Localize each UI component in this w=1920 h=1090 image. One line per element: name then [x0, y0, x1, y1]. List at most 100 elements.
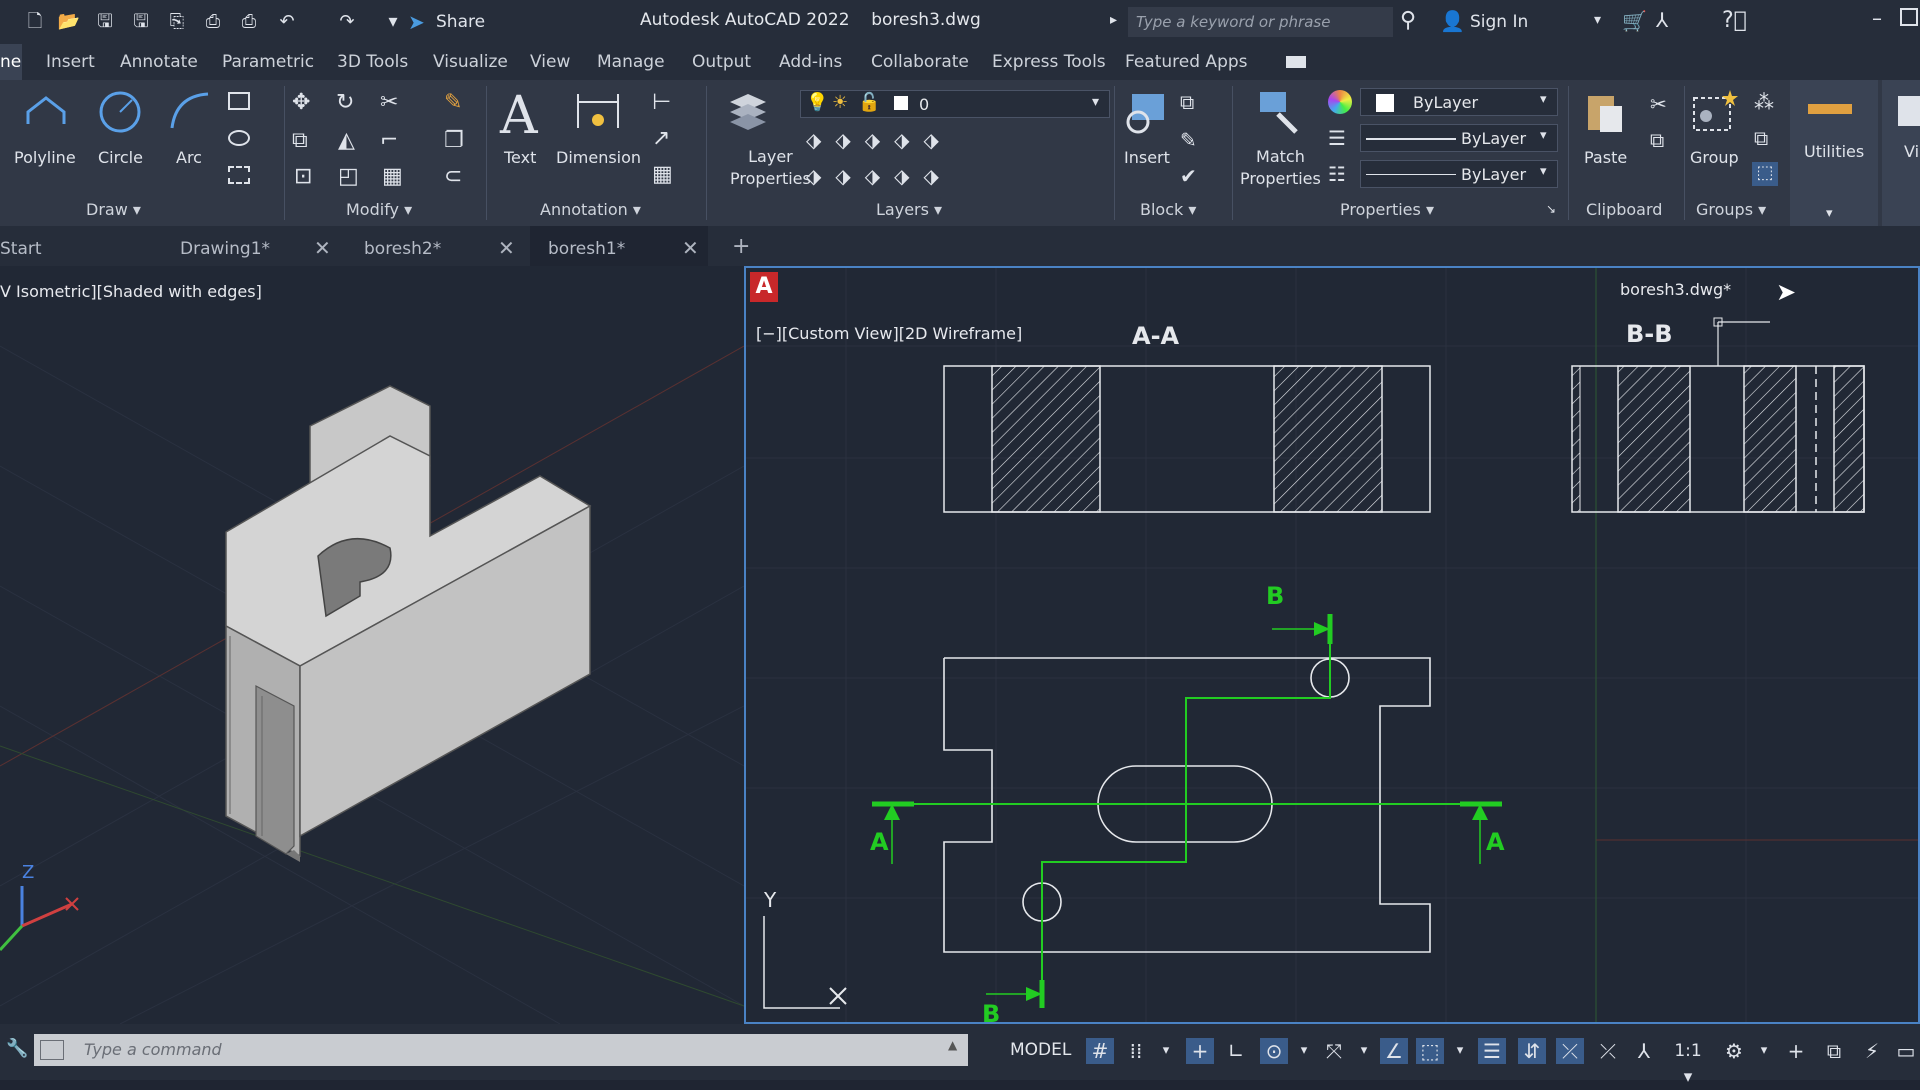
table-icon[interactable]: ▦ [652, 162, 673, 187]
layer-properties-icon[interactable] [724, 88, 772, 136]
dimension-icon[interactable] [574, 88, 622, 136]
polyline-icon[interactable] [22, 88, 70, 136]
sign-in-button[interactable]: Sign In [1470, 12, 1528, 32]
dynamic-input-icon[interactable]: + [1186, 1038, 1214, 1064]
minimize-icon[interactable]: – [1872, 6, 1882, 30]
autocad-logo-icon[interactable]: A [750, 272, 778, 302]
scale-icon[interactable]: ◰ [338, 164, 359, 189]
workspace-dropdown-icon[interactable]: ▾ [1750, 1038, 1778, 1064]
view-icon[interactable] [1898, 96, 1920, 126]
lineweight-icon[interactable]: ☰ [1328, 126, 1346, 150]
hardware-acceleration-icon[interactable]: ⚡ [1858, 1038, 1886, 1064]
properties-panel-title[interactable]: Properties ▾ [1340, 200, 1434, 219]
app-exchange-icon[interactable]: ⅄ [1656, 8, 1668, 32]
move-icon[interactable]: ✥ [292, 90, 310, 115]
tab-view[interactable]: View [530, 52, 570, 72]
dropdown-arrow-icon[interactable]: ▾ [1540, 92, 1547, 107]
tab-start[interactable]: Start [0, 226, 150, 266]
object-snap-tracking-icon[interactable]: ∠ [1380, 1038, 1408, 1064]
groups-panel-title[interactable]: Groups ▾ [1696, 200, 1766, 219]
annotation-panel-title[interactable]: Annotation ▾ [540, 200, 641, 219]
tab-output[interactable]: Output [692, 52, 751, 72]
annotation-scale-button[interactable]: 1:1 ▾ [1668, 1038, 1708, 1087]
dimension-button[interactable]: Dimension [556, 148, 641, 167]
publish-icon[interactable]: ⎘ [164, 10, 190, 34]
transparency-icon[interactable]: ⇵ [1518, 1038, 1546, 1064]
offset-icon[interactable]: ⊂ [444, 164, 462, 189]
ellipse-icon[interactable] [228, 130, 250, 146]
tab-parametric[interactable]: Parametric [222, 52, 314, 72]
text-icon[interactable]: A [500, 86, 538, 146]
annotation-monitor-icon[interactable]: + [1782, 1038, 1810, 1064]
command-expand-icon[interactable]: ▲ [948, 1038, 957, 1052]
tab-home[interactable]: ne [0, 52, 21, 72]
explode-icon[interactable]: ❐ [444, 128, 464, 153]
command-line-input[interactable]: Type a command [34, 1034, 968, 1066]
layer-on-icon[interactable]: 💡 [806, 92, 828, 113]
viewport-label[interactable]: V Isometric][Shaded with edges] [0, 282, 262, 301]
maximize-icon[interactable] [1900, 8, 1918, 26]
customize-dropdown-icon[interactable]: ▾ [380, 10, 406, 34]
block-panel-title[interactable]: Block ▾ [1140, 200, 1196, 219]
tab-insert[interactable]: Insert [46, 52, 95, 72]
measure-icon[interactable] [1808, 104, 1852, 114]
view-button[interactable]: Vi [1904, 142, 1919, 161]
circle-icon[interactable] [96, 88, 144, 136]
layer-tools-row-2[interactable]: ⬗⬗⬗⬗⬗ [806, 164, 953, 188]
clean-screen-icon[interactable]: ▭ [1892, 1038, 1920, 1064]
help-icon[interactable]: ?⃝ [1722, 8, 1747, 33]
linetype-icon[interactable]: ☷ [1328, 162, 1346, 186]
save-icon[interactable]: 🖫 [92, 10, 118, 34]
workspace-gear-icon[interactable]: ⚙ [1720, 1038, 1748, 1064]
tab-express-tools[interactable]: Express Tools [992, 52, 1106, 72]
polar-dropdown-icon[interactable]: ▾ [1290, 1038, 1318, 1064]
share-button[interactable]: Share [436, 12, 485, 32]
selection-cycling-icon[interactable]: ⤫ [1556, 1038, 1584, 1064]
object-snap-icon[interactable]: ⬚ [1416, 1038, 1444, 1064]
dropdown-arrow-icon[interactable]: ▾ [1540, 164, 1547, 179]
arc-button[interactable]: Arc [176, 148, 202, 167]
match-properties-icon[interactable] [1256, 88, 1304, 136]
drawing-viewport[interactable]: A [−][Custom View][2D Wireframe] boresh3… [744, 266, 1920, 1024]
command-history-icon[interactable] [40, 1040, 64, 1060]
group-icon[interactable] [1690, 88, 1738, 136]
draw-panel-title[interactable]: Draw ▾ [86, 200, 141, 219]
ortho-icon[interactable]: ∟ [1222, 1038, 1250, 1064]
leader-icon[interactable]: ↗ [652, 126, 670, 151]
sign-in-dropdown-icon[interactable]: ▾ [1594, 12, 1601, 28]
utilities-button[interactable]: Utilities [1804, 142, 1864, 161]
undo-icon[interactable]: ↶ [274, 10, 300, 34]
mirror-icon[interactable]: ◭ [338, 128, 355, 153]
new-tab-plus-icon[interactable]: + [732, 234, 750, 259]
auto-scale-icon[interactable]: ⅄ [1630, 1038, 1658, 1064]
snap-icon[interactable]: ⁞⁞ [1122, 1038, 1150, 1064]
ungroup-icon[interactable]: ⁂ [1754, 90, 1774, 114]
group-edit-icon[interactable]: ⧉ [1754, 126, 1768, 150]
viewport-label[interactable]: [−][Custom View][2D Wireframe] [756, 324, 1022, 343]
circle-button[interactable]: Circle [98, 148, 143, 167]
close-tab-icon[interactable]: ✕ [498, 236, 515, 260]
save-as-icon[interactable]: 🖫 [128, 10, 154, 34]
tab-annotate[interactable]: Annotate [120, 52, 198, 72]
create-block-icon[interactable]: ⧉ [1180, 90, 1194, 114]
hatch-icon[interactable] [228, 166, 250, 184]
copy-clip-icon[interactable]: ⧉ [1650, 128, 1664, 152]
layer-tools-row-1[interactable]: ⬗⬗⬗⬗⬗ [806, 128, 953, 152]
stretch-icon[interactable]: ⊡ [294, 164, 312, 189]
rotate-icon[interactable]: ↻ [336, 90, 354, 115]
copy-icon[interactable]: ⧉ [292, 128, 308, 153]
redo-icon[interactable]: ↷ [334, 10, 360, 34]
properties-launcher-icon[interactable]: ↘ [1546, 202, 1556, 216]
ribbon-minimize-icon[interactable] [1286, 56, 1306, 68]
paste-button[interactable]: Paste [1584, 148, 1627, 167]
tab-add-ins[interactable]: Add-ins [779, 52, 842, 72]
insert-icon[interactable] [1122, 88, 1170, 136]
fillet-icon[interactable]: ⌐ [380, 128, 398, 153]
isodraft-dropdown-icon[interactable]: ▾ [1350, 1038, 1378, 1064]
cut-icon[interactable]: ✂ [1650, 92, 1667, 116]
search-input[interactable]: Type a keyword or phrase [1128, 7, 1393, 37]
layer-properties-button[interactable]: Layer Properties [730, 146, 811, 190]
group-button[interactable]: Group [1690, 148, 1739, 167]
layer-lock-icon[interactable]: 🔓 [858, 92, 880, 113]
expand-arrow-icon[interactable]: ▸ [1110, 12, 1117, 28]
